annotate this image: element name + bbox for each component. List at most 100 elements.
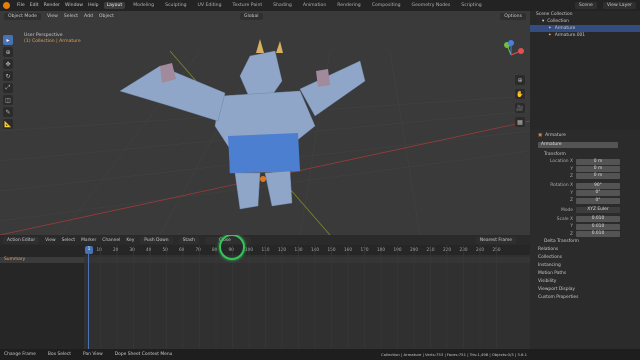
tab-rendering[interactable]: Rendering: [334, 2, 363, 9]
object-name[interactable]: Armature: [545, 133, 566, 138]
location-x-field[interactable]: 0 m: [576, 158, 620, 165]
view-controls: ⊕ ✋ 🎥 ▦: [515, 75, 525, 129]
move-tool-icon[interactable]: ✥: [3, 59, 13, 69]
orientation-selector[interactable]: Global: [239, 13, 263, 20]
tab-geometry-nodes[interactable]: Geometry Nodes: [409, 2, 454, 9]
visibility-section[interactable]: Visibility: [530, 278, 640, 286]
3d-viewport[interactable]: Object Mode View Select Add Object Globa…: [0, 11, 530, 235]
rotation-y-label: Y: [570, 190, 573, 196]
camera-icon[interactable]: 🎥: [515, 103, 525, 113]
menu-select[interactable]: Select: [64, 14, 78, 19]
menu-marker[interactable]: Marker: [81, 238, 96, 243]
z-axis-icon: [508, 40, 514, 46]
zoom-icon[interactable]: ⊕: [515, 75, 525, 85]
scale-z-field[interactable]: 0.010: [576, 231, 620, 238]
scene-selector[interactable]: Scene: [574, 2, 597, 9]
rotation-x-field[interactable]: 90°: [576, 182, 620, 189]
scale-y-label: Y: [570, 224, 573, 230]
status-bar-right: [530, 349, 640, 360]
menu-add[interactable]: Add: [84, 14, 93, 19]
rotation-y-field[interactable]: 0°: [576, 190, 620, 197]
troll-model[interactable]: [100, 31, 380, 211]
summary-channel[interactable]: Summary: [0, 257, 84, 263]
outliner-row-armature[interactable]: ✦ Armature: [530, 25, 640, 32]
stash-button[interactable]: Stash: [178, 236, 199, 244]
tab-shading[interactable]: Shading: [270, 2, 295, 9]
menu-view[interactable]: View: [45, 238, 55, 243]
scale-y-field[interactable]: 0.010: [576, 223, 620, 230]
outliner-label: Armature: [554, 26, 576, 31]
rotate-tool-icon[interactable]: ↻: [3, 71, 13, 81]
tab-layout[interactable]: Layout: [103, 2, 126, 9]
menu-object[interactable]: Object: [99, 14, 114, 19]
rotation-x-label: Rotation X: [550, 183, 573, 189]
scale-x-label: Scale X: [556, 216, 573, 222]
annotate-tool-icon[interactable]: ✎: [3, 107, 13, 117]
tab-compositing[interactable]: Compositing: [369, 2, 404, 9]
toolbar: ▸ ⊕ ✥ ↻ ⤢ ◫ ✎ 📐: [3, 35, 13, 131]
tab-modeling[interactable]: Modeling: [130, 2, 157, 9]
tab-uv-editing[interactable]: UV Editing: [195, 2, 225, 9]
menu-file[interactable]: File: [17, 3, 25, 8]
outliner-row-armature-001[interactable]: ✦ Armature.001: [530, 32, 640, 39]
collections-section[interactable]: Collections: [530, 254, 640, 262]
status-bar: Change Frame Box Select Pan View Dope Sh…: [0, 349, 530, 360]
properties-panel: ▣ Armature Armature Transform Location X0…: [530, 130, 640, 360]
location-z-field[interactable]: 0 m: [576, 173, 620, 180]
summary-row-bg: [84, 257, 530, 263]
viewport-display-section[interactable]: Viewport Display: [530, 286, 640, 294]
status-pan-view: Pan View: [83, 352, 103, 357]
viewport-info: User Perspective (1) Collection | Armatu…: [24, 33, 81, 45]
outliner-row[interactable]: Scene Collection: [530, 11, 640, 18]
relations-section[interactable]: Relations: [530, 246, 640, 254]
view-layer-selector[interactable]: View Layer: [602, 2, 636, 9]
cursor-tool-icon[interactable]: ⊕: [3, 47, 13, 57]
delta-transform-section[interactable]: Delta Transform: [530, 238, 640, 246]
push-down-button[interactable]: Push Down: [140, 236, 173, 244]
rotation-mode-select[interactable]: XYZ Euler: [576, 207, 620, 214]
menu-channel[interactable]: Channel: [102, 238, 120, 243]
outliner-label: Scene Collection: [536, 12, 573, 17]
outliner-label: Armature.001: [554, 33, 586, 38]
menu-key[interactable]: Key: [126, 238, 134, 243]
rotation-z-label: Z: [569, 198, 573, 204]
menu-render[interactable]: Render: [44, 3, 60, 8]
scale-x-field[interactable]: 0.010: [576, 216, 620, 223]
status-change-frame: Change Frame: [4, 352, 36, 357]
outliner-row[interactable]: ▾ Collection: [530, 18, 640, 25]
top-menu-bar: File Edit Render Window Help Layout Mode…: [0, 0, 640, 11]
tab-animation[interactable]: Animation: [300, 2, 329, 9]
tab-texture-paint[interactable]: Texture Paint: [230, 2, 266, 9]
menu-help[interactable]: Help: [88, 3, 98, 8]
channel-list: Summary: [0, 245, 84, 349]
object-name-row: ▣ Armature: [538, 132, 566, 138]
menu-view[interactable]: View: [47, 14, 58, 19]
menu-select[interactable]: Select: [62, 238, 76, 243]
tab-scripting[interactable]: Scripting: [458, 2, 484, 9]
scale-z-label: Z: [569, 231, 573, 237]
transform-tool-icon[interactable]: ◫: [3, 95, 13, 105]
custom-properties-section[interactable]: Custom Properties: [530, 294, 640, 302]
select-tool-icon[interactable]: ▸: [3, 35, 13, 45]
current-frame-indicator[interactable]: 1: [85, 246, 93, 254]
snap-mode-select[interactable]: Nearest Frame: [475, 236, 516, 244]
action-editor[interactable]: Action Editor View Select Marker Channel…: [0, 235, 530, 349]
pan-icon[interactable]: ✋: [515, 89, 525, 99]
object-name-field[interactable]: Armature: [538, 142, 618, 148]
transform-header[interactable]: Transform: [530, 150, 640, 158]
editor-mode-select[interactable]: Action Editor: [3, 236, 40, 244]
motion-paths-section[interactable]: Motion Paths: [530, 270, 640, 278]
rotation-z-field[interactable]: 0°: [576, 197, 620, 204]
blender-logo-icon[interactable]: [3, 2, 10, 9]
instancing-section[interactable]: Instancing: [530, 262, 640, 270]
tab-sculpting[interactable]: Sculpting: [162, 2, 189, 9]
options-button[interactable]: Options: [500, 13, 526, 20]
scale-tool-icon[interactable]: ⤢: [3, 83, 13, 93]
menu-edit[interactable]: Edit: [30, 3, 39, 8]
navigation-gizmo[interactable]: [495, 39, 527, 71]
location-y-field[interactable]: 0 m: [576, 166, 620, 173]
menu-window[interactable]: Window: [65, 3, 83, 8]
mode-selector[interactable]: Object Mode: [4, 13, 41, 20]
grid-icon[interactable]: ▦: [515, 117, 525, 127]
measure-tool-icon[interactable]: 📐: [3, 119, 13, 129]
